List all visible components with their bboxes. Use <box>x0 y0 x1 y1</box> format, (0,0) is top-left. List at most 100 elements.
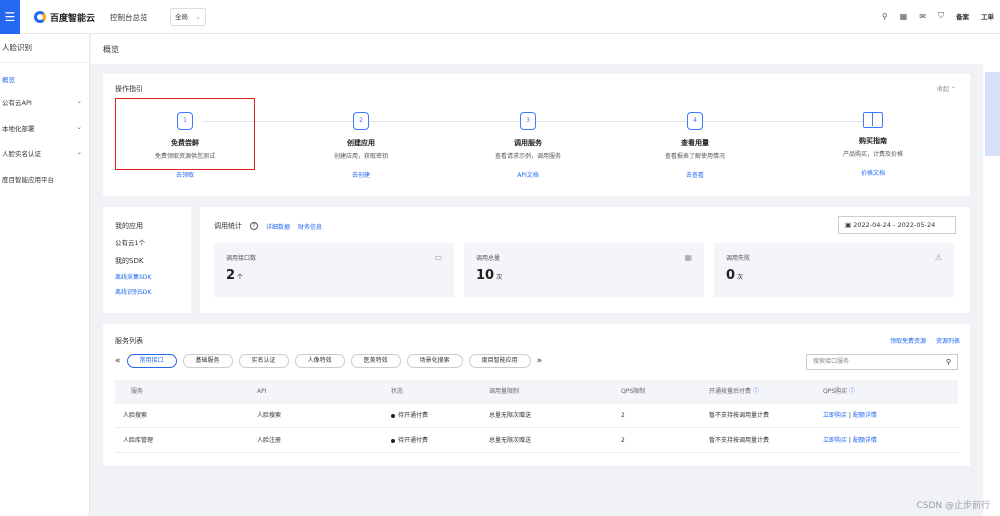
step-link[interactable]: 去查看 <box>627 170 763 179</box>
cell-limit: 总量无限次赠送 <box>489 412 532 419</box>
region-select[interactable]: 全局 ⌄ <box>170 8 206 26</box>
col-qps-buy: QPS购买 ⓘ <box>823 380 855 404</box>
grid-icon[interactable]: ▦ <box>900 12 908 21</box>
page-title: 概览 <box>103 45 119 54</box>
step-link[interactable]: API文档 <box>460 170 596 179</box>
status-text: 待开通付费 <box>398 437 429 444</box>
collapse-label: 收起 <box>937 86 950 93</box>
resource-list-link[interactable]: 资源列表 <box>936 336 960 345</box>
step-desc: 产品购买，计费及价格 <box>842 151 903 158</box>
sidebar-item-public-api[interactable]: 公有云API ⌄ <box>0 97 90 107</box>
date-range-value: 2022-04-24 - 2022-05-24 <box>853 221 936 229</box>
ticket-link[interactable]: 工单 <box>981 11 994 21</box>
cell-actions: 立即购买 | 配额详情 <box>823 437 877 444</box>
cart-icon[interactable]: ⛉ <box>938 11 944 21</box>
stat-label: 调用接口数 <box>226 255 257 262</box>
tab-realname[interactable]: 实名认证 <box>238 354 289 368</box>
guide-title: 操作指引 <box>115 85 143 93</box>
free-resource-link[interactable]: 领取免费资源 <box>890 336 926 345</box>
step-name: 创建应用 <box>347 139 375 147</box>
cell-qps: 2 <box>621 412 625 419</box>
tab-basic[interactable]: 基础服务 <box>182 354 233 368</box>
status-dot-icon <box>391 438 395 443</box>
help-icon[interactable]: ⓘ <box>849 388 855 395</box>
finance-info-link[interactable]: 财务信息 <box>298 222 322 231</box>
sidebar-item-dumu[interactable]: 度目智能应用平台 <box>0 174 90 184</box>
table-row: 人脸搜索 人脸搜索 待开通付费 总量无限次赠送 2 暂不支持按调用量计费 立即购… <box>115 404 958 428</box>
help-icon[interactable]: ⓘ <box>753 388 759 395</box>
offline-capture-sdk-link[interactable]: 离线采集SDK <box>115 272 151 281</box>
service-tabs: « 常用接口 基础服务 实名认证 人像特效 医美特效 场景化搜索 度目智能应用 … <box>115 354 542 368</box>
top-right-toolbar: ⚲ ▦ ✉ ⛉ 备案 工单 <box>882 11 994 21</box>
stat-label: 调用总量 <box>476 255 501 262</box>
col-status: 状态 <box>391 388 404 395</box>
stat-unit: 次 <box>496 274 503 281</box>
step-desc: 查看报表了解使用情况 <box>664 153 725 160</box>
menu-icon[interactable]: ☰ <box>0 0 20 34</box>
stat-unit: 个 <box>237 274 244 281</box>
sidebar-item-realname[interactable]: 人脸实名认证 ⌄ <box>0 148 90 158</box>
tab-common-api[interactable]: 常用接口 <box>126 354 177 368</box>
step-name: 购买指南 <box>859 137 887 145</box>
watermark: CSDN @止步前行 <box>916 501 990 511</box>
quota-detail-link[interactable]: 配额详情 <box>853 437 877 444</box>
scroll-right-icon[interactable]: » <box>537 356 543 366</box>
tab-medical[interactable]: 医美特效 <box>350 354 401 368</box>
filing-link[interactable]: 备案 <box>956 11 969 21</box>
help-icon[interactable]: ? <box>250 222 258 230</box>
step-link[interactable]: 去领取 <box>116 170 254 179</box>
search-placeholder: 搜索接口服务 <box>813 358 850 365</box>
scroll-left-icon[interactable]: « <box>115 356 121 366</box>
buy-now-link[interactable]: 立即购买 <box>823 412 847 419</box>
step-link[interactable]: 去创建 <box>293 170 429 179</box>
search-icon[interactable]: ⚲ <box>882 12 888 21</box>
grid-icon: ▦ <box>684 253 692 262</box>
stat-number: 2 <box>226 268 236 283</box>
my-apps-card: 我的应用 公有云1个 我的SDK 离线采集SDK 离线识别SDK <box>103 207 191 313</box>
stats-header: 调用统计 ? 详细数据 财务信息 <box>214 221 322 231</box>
divider <box>0 62 90 63</box>
stat-card-api-count: 调用接口数 2个 ▭ <box>214 243 454 297</box>
quota-detail-link[interactable]: 配额详情 <box>853 412 877 419</box>
console-overview-link[interactable]: 控制台总览 <box>110 12 148 23</box>
stat-card-total-calls: 调用总量 10 次 ▦ <box>464 243 704 297</box>
right-panel-tab[interactable] <box>985 72 1000 156</box>
step-link[interactable]: 价格文档 <box>805 168 941 177</box>
app-count[interactable]: 公有云1个 <box>115 237 145 247</box>
calendar-icon: ▣ <box>845 221 852 229</box>
cell-api: 人脸注册 <box>257 437 282 444</box>
brand-name: 百度智能云 <box>50 13 96 24</box>
step-name: 调用服务 <box>514 139 542 147</box>
search-icon[interactable]: ⚲ <box>946 355 951 369</box>
chevron-down-icon: ⌄ <box>76 148 82 156</box>
cell-api: 人脸搜索 <box>257 412 282 419</box>
service-links: 领取免费资源 资源列表 <box>890 336 960 345</box>
col-postpay-label: 开通按量后付费 <box>709 388 752 395</box>
sidebar-item-local-deploy[interactable]: 本地化部署 ⌄ <box>0 123 90 133</box>
detail-data-link[interactable]: 详细数据 <box>266 222 290 231</box>
service-search-input[interactable]: 搜索接口服务 ⚲ <box>806 354 958 370</box>
message-icon[interactable]: ✉ <box>919 12 926 21</box>
brand-logo[interactable]: 百度智能云 <box>34 9 95 25</box>
tab-portrait[interactable]: 人像特效 <box>294 354 345 368</box>
col-limit: 调用量限制 <box>489 388 520 395</box>
sidebar-item-overview[interactable]: 概览 <box>0 74 90 84</box>
guide-step-purchase: 购买指南 产品购买，计费及价格 价格文档 <box>805 112 941 177</box>
offline-recognition-sdk-link[interactable]: 离线识别SDK <box>115 287 151 296</box>
buy-now-link[interactable]: 立即购买 <box>823 437 847 444</box>
step-name: 免费尝鲜 <box>171 139 199 147</box>
stat-number: 0 <box>726 268 736 283</box>
table-header: 服务 API 状态 调用量限制 QPS限制 开通按量后付费 ⓘ QPS购买 ⓘ <box>115 380 958 404</box>
page-header: 概览 <box>91 34 1000 64</box>
collapse-toggle[interactable]: 收起 ⌃ <box>937 84 956 93</box>
date-range-picker[interactable]: ▣ 2022-04-24 - 2022-05-24 <box>838 216 956 234</box>
tab-scene-search[interactable]: 场景化搜索 <box>406 354 463 368</box>
cell-service: 人脸搜索 <box>123 412 148 419</box>
service-list-title: 服务列表 <box>115 337 143 345</box>
status-text: 待开通付费 <box>398 412 429 419</box>
cell-postpay: 暂不支持按调用量计费 <box>709 437 770 444</box>
tab-dumu[interactable]: 度目智能应用 <box>468 354 531 368</box>
cell-limit: 总量无限次赠送 <box>489 437 532 444</box>
call-stats-card: 调用统计 ? 详细数据 财务信息 ▣ 2022-04-24 - 2022-05-… <box>200 207 970 313</box>
sidebar: 人脸识别 概览 公有云API ⌄ 本地化部署 ⌄ 人脸实名认证 ⌄ 度目智能应用平台 <box>0 34 90 516</box>
